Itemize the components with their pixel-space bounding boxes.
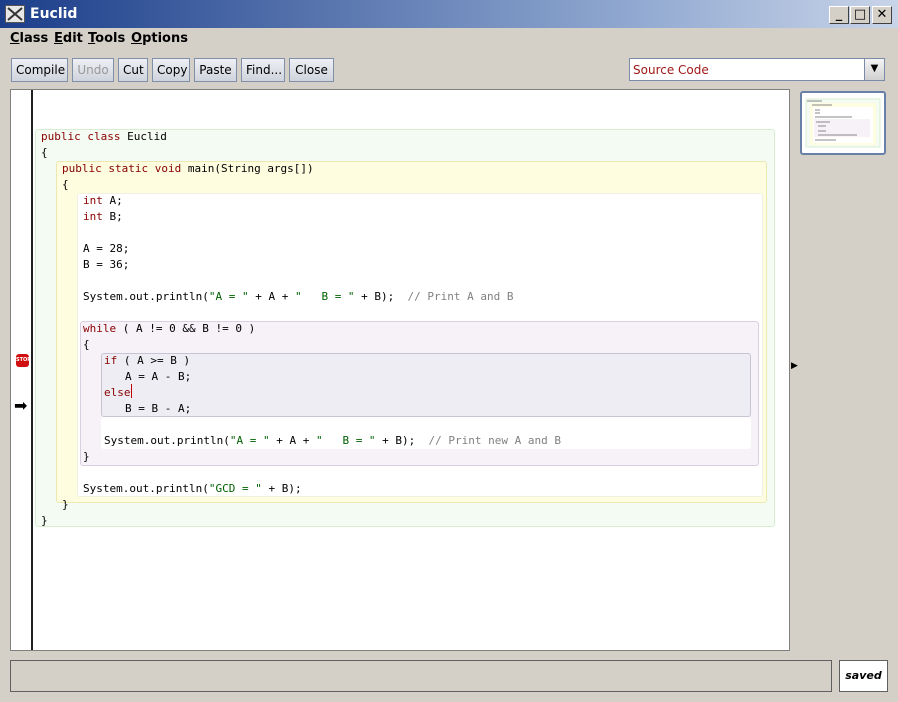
compile-button[interactable]: Compile	[11, 58, 68, 82]
menu-bar: Class Edit Tools Options	[0, 28, 898, 49]
maximize-button[interactable]: □	[850, 6, 870, 24]
code-line: while ( A != 0 && B != 0 )	[83, 322, 256, 335]
title-bar[interactable]: Euclid _ □ ✕	[0, 0, 898, 28]
minimize-button[interactable]: _	[829, 6, 849, 24]
code-line: {	[41, 146, 48, 159]
menu-tools[interactable]: Tools	[88, 31, 125, 46]
code-line: }	[83, 450, 90, 463]
code-line: else	[104, 386, 131, 399]
navigation-panel	[800, 89, 888, 651]
code-line: System.out.println("GCD = " + B);	[83, 482, 302, 495]
find-button[interactable]: Find...	[241, 58, 285, 82]
maximize-icon: □	[853, 7, 867, 22]
editor-gutter[interactable]	[11, 90, 33, 650]
breakpoint-icon[interactable]: STOP	[16, 354, 31, 367]
view-select-value: Source Code	[633, 63, 709, 77]
close-button[interactable]: Close	[289, 58, 334, 82]
chevron-right-icon[interactable]: ▶	[791, 361, 798, 371]
code-line: B = 36;	[83, 258, 130, 271]
split-divider[interactable]: ▶	[790, 89, 800, 651]
status-message	[10, 660, 832, 692]
code-line: A = A - B;	[125, 370, 192, 383]
code-line: {	[83, 338, 90, 351]
chevron-down-icon[interactable]: ▼	[864, 59, 884, 80]
execution-arrow-icon: ➡	[14, 396, 28, 415]
code-editor[interactable]: public class Euclid { public static void…	[10, 89, 790, 651]
paste-button[interactable]: Paste	[194, 58, 237, 82]
menu-edit[interactable]: Edit	[54, 31, 83, 46]
code-line: System.out.println("A = " + A + " B = " …	[104, 434, 561, 447]
view-select[interactable]: Source Code ▼	[629, 58, 885, 81]
code-line: public class Euclid	[41, 130, 167, 143]
minimize-icon: _	[835, 7, 843, 22]
code-line: }	[62, 498, 69, 511]
code-line: }	[41, 514, 48, 527]
close-window-button[interactable]: ✕	[872, 6, 892, 24]
thumbnail-preview-icon	[805, 98, 881, 148]
code-line: public static void main(String args[])	[62, 162, 314, 175]
code-line: if ( A >= B )	[104, 354, 191, 367]
code-line: int A;	[83, 194, 123, 207]
if-scope	[101, 353, 751, 417]
code-line: A = 28;	[83, 242, 130, 255]
text-caret	[131, 384, 132, 398]
code-line: int B;	[83, 210, 123, 223]
cut-button[interactable]: Cut	[118, 58, 148, 82]
undo-button[interactable]: Undo	[72, 58, 114, 82]
menu-class[interactable]: Class	[10, 31, 48, 46]
code-line: B = B - A;	[125, 402, 192, 415]
app-icon	[5, 5, 25, 23]
code-line: {	[62, 178, 69, 191]
code-thumbnail[interactable]	[800, 91, 886, 155]
saved-indicator: saved	[839, 660, 888, 692]
window-title: Euclid	[30, 6, 78, 22]
copy-button[interactable]: Copy	[152, 58, 190, 82]
close-icon: ✕	[876, 7, 888, 22]
code-line: System.out.println("A = " + A + " B = " …	[83, 290, 514, 303]
menu-options[interactable]: Options	[131, 31, 188, 46]
